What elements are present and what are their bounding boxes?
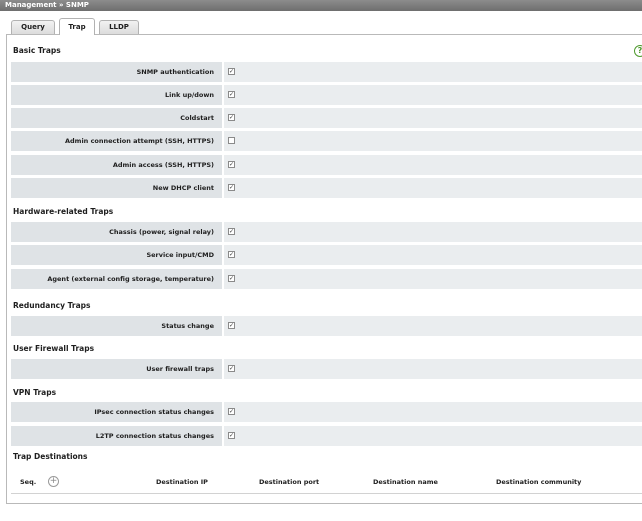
trap-row-chassis: Chassis (power, signal relay) ✓ [11,222,642,242]
trap-row-status-change: Status change ✓ [11,316,642,336]
section-title-user-firewall-traps: User Firewall Traps [13,344,95,353]
section-title-vpn-traps: VPN Traps [13,388,57,397]
trap-label: IPsec connection status changes [11,402,222,422]
column-header-seq: Seq. [20,478,37,486]
section-title-basic-traps: Basic Traps [13,46,61,55]
tab-query[interactable]: Query [11,20,55,34]
trap-label: Coldstart [11,108,222,128]
trap-checkbox[interactable]: ✓ [228,251,235,258]
trap-row-link-up-down: Link up/down ✓ [11,85,642,105]
trap-row-coldstart: Coldstart ✓ [11,108,642,128]
trap-label: Agent (external config storage, temperat… [11,269,222,289]
column-header-destination-port: Destination port [259,478,320,486]
tab-trap[interactable]: Trap [59,18,95,35]
trap-checkbox[interactable]: ✓ [228,184,235,191]
trap-checkbox[interactable]: ✓ [228,114,235,121]
trap-checkbox[interactable]: ✓ [228,365,235,372]
trap-row-new-dhcp-client: New DHCP client ✓ [11,178,642,198]
help-icon[interactable]: ? [634,45,642,57]
trap-label: New DHCP client [11,178,222,198]
trap-checkbox[interactable]: ✓ [228,432,235,439]
trap-row-snmp-authentication: SNMP authentication ✓ [11,62,642,82]
section-title-hardware-traps: Hardware-related Traps [13,207,114,216]
trap-label: Admin access (SSH, HTTPS) [11,155,222,175]
plus-circle-icon[interactable]: + [48,476,59,487]
column-header-destination-community: Destination community [496,478,582,486]
trap-label: Chassis (power, signal relay) [11,222,222,242]
trap-label: SNMP authentication [11,62,222,82]
trap-row-service-input: Service input/CMD ✓ [11,245,642,265]
trap-checkbox[interactable]: ✓ [228,408,235,415]
trap-row-user-firewall: User firewall traps ✓ [11,359,642,379]
trap-label: Link up/down [11,85,222,105]
trap-row-admin-connection-attempt: Admin connection attempt (SSH, HTTPS) [11,131,642,151]
column-header-destination-name: Destination name [373,478,438,486]
trap-label: Status change [11,316,222,336]
trap-checkbox[interactable]: ✓ [228,275,235,282]
section-title-trap-destinations: Trap Destinations [13,452,88,461]
trap-row-l2tp: L2TP connection status changes ✓ [11,426,642,446]
trap-checkbox[interactable]: ✓ [228,228,235,235]
column-header-destination-ip: Destination IP [156,478,208,486]
trap-row-admin-access: Admin access (SSH, HTTPS) ✓ [11,155,642,175]
table-divider [11,493,642,494]
trap-checkbox[interactable]: ✓ [228,161,235,168]
trap-checkbox[interactable]: ✓ [228,322,235,329]
trap-checkbox[interactable] [228,137,235,144]
section-title-redundancy-traps: Redundancy Traps [13,301,91,310]
window-titlebar: Management » SNMP [0,0,642,11]
trap-label: User firewall traps [11,359,222,379]
breadcrumb: Management » SNMP [5,1,89,9]
trap-checkbox[interactable]: ✓ [228,68,235,75]
trap-checkbox[interactable]: ✓ [228,91,235,98]
trap-label: Service input/CMD [11,245,222,265]
tab-lldp[interactable]: LLDP [99,20,139,34]
trap-label: Admin connection attempt (SSH, HTTPS) [11,131,222,151]
trap-row-ipsec: IPsec connection status changes ✓ [11,402,642,422]
trap-row-agent: Agent (external config storage, temperat… [11,269,642,289]
trap-label: L2TP connection status changes [11,426,222,446]
